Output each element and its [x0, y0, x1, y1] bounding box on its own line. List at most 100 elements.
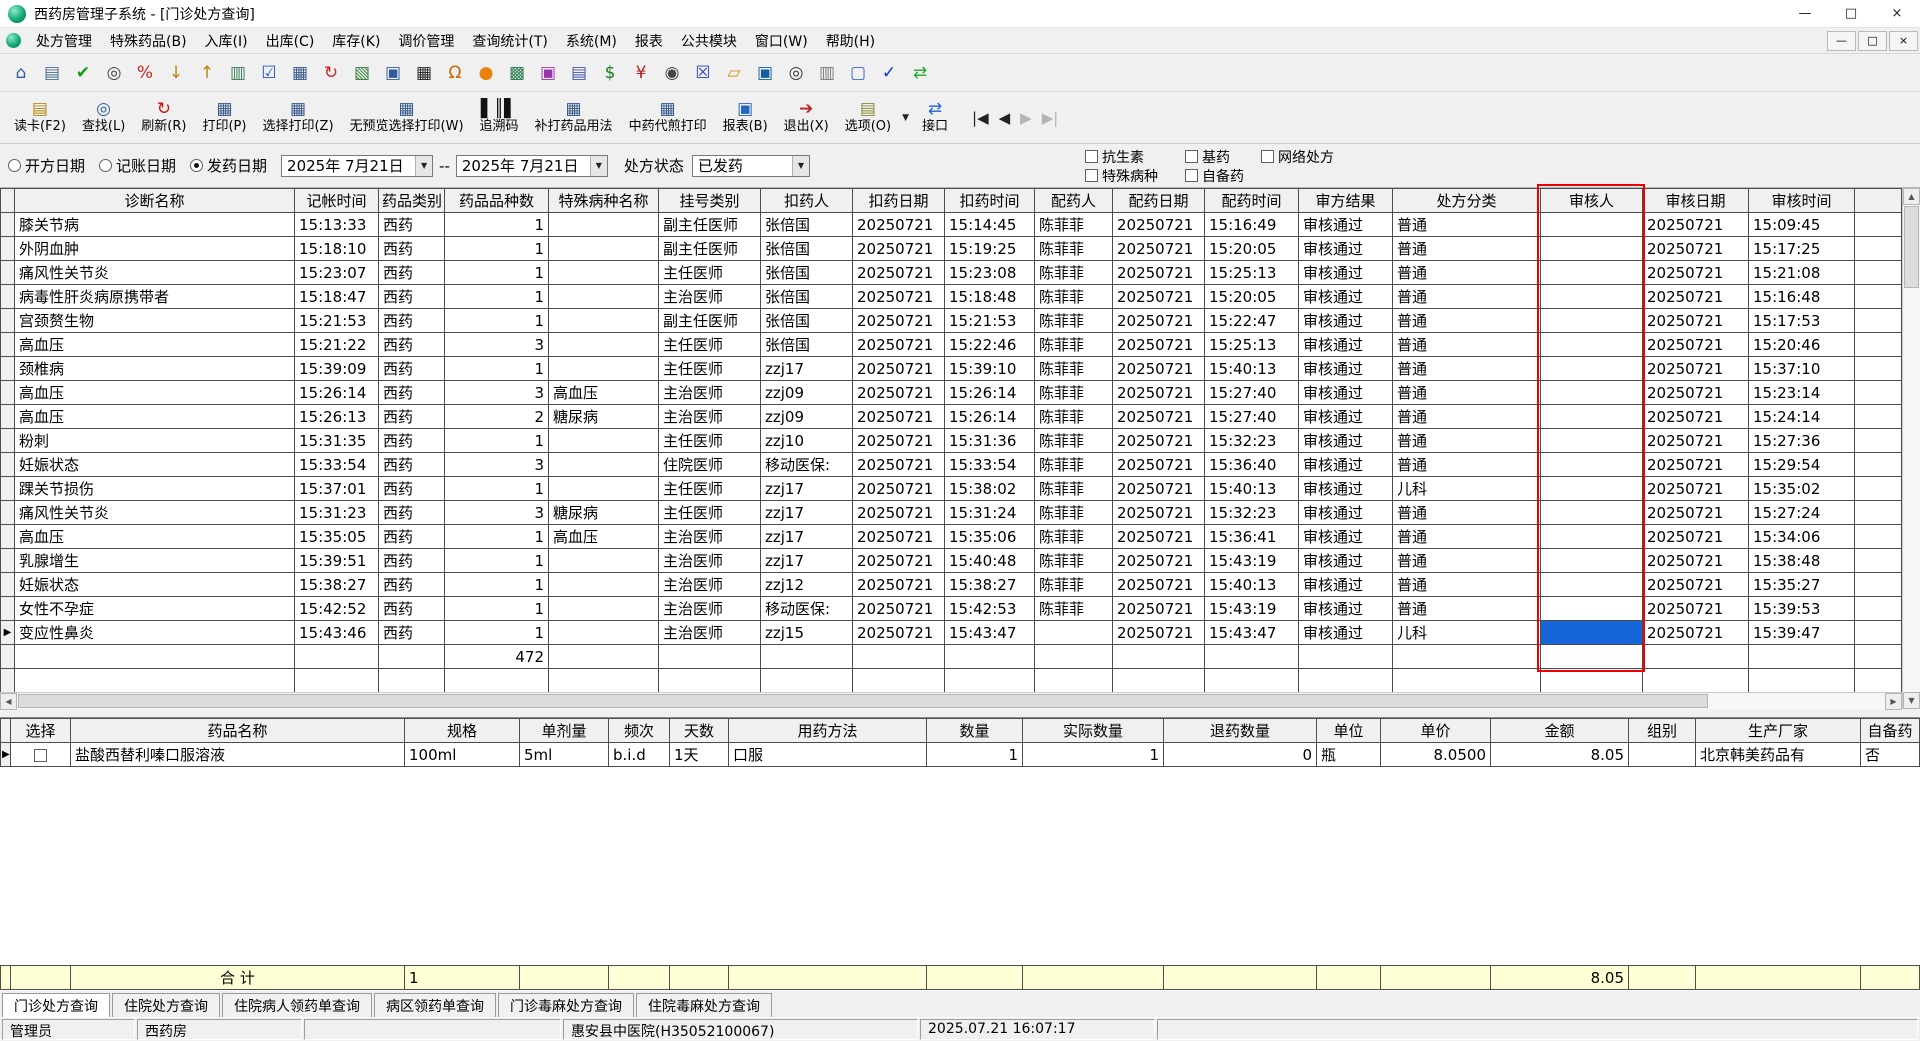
chevron-down-icon[interactable]: ▼ — [415, 155, 433, 176]
grid-cell[interactable]: zzj17 — [760, 356, 853, 381]
refresh-icon[interactable]: ↻ — [318, 60, 344, 86]
grid-cell[interactable]: 审核通过 — [1298, 212, 1393, 237]
grid-cell[interactable]: 15:34:06 — [1748, 524, 1855, 549]
grid-cell[interactable]: 20250721 — [1642, 548, 1749, 573]
horizontal-scrollbar[interactable]: ◀ ▶ — [0, 692, 1902, 710]
home-icon[interactable]: ⌂ — [8, 60, 34, 86]
grid-cell[interactable]: 副主任医师 — [658, 212, 761, 237]
grid-cell[interactable]: 15:43:19 — [1204, 548, 1299, 573]
select-print-button[interactable]: ▦ 选择打印(Z) — [254, 97, 341, 138]
menu-item[interactable]: 系统(M) — [557, 28, 626, 54]
menu-item[interactable]: 处方管理 — [27, 28, 101, 54]
table-row[interactable]: 颈椎病 15:39:09 西药 1 主任医师 zzj17 20250721 15:39:10 陈… — [0, 356, 1902, 381]
grid-cell[interactable]: 20250721 — [852, 428, 945, 453]
grid-cell[interactable]: 15:16:49 — [1204, 212, 1299, 237]
grid-cell[interactable]: 15:43:46 — [294, 620, 379, 645]
menu-item[interactable]: 特殊药品(B) — [101, 28, 196, 54]
grid-cell[interactable]: 20250721 — [852, 332, 945, 357]
zoom-icon[interactable]: ◎ — [783, 60, 809, 86]
column-header[interactable]: 药品品种数 — [444, 188, 549, 213]
search-icon[interactable]: ◉ — [659, 60, 685, 86]
column-header[interactable]: 组别 — [1628, 718, 1696, 743]
grid-cell[interactable]: 陈菲菲 — [1034, 236, 1113, 261]
grid-cell[interactable] — [378, 668, 445, 693]
grid-cell[interactable]: 1 — [444, 308, 549, 333]
row-selector[interactable] — [0, 380, 15, 405]
grid-cell[interactable]: 15:25:13 — [1204, 332, 1299, 357]
grid-cell[interactable]: 15:33:54 — [944, 452, 1035, 477]
grid-cell[interactable] — [1642, 644, 1749, 669]
column-header[interactable]: 天数 — [669, 718, 729, 743]
grid-cell[interactable] — [444, 668, 549, 693]
report-button[interactable]: ▣ 报表(B) — [715, 97, 776, 138]
grid-cell[interactable]: 20250721 — [1112, 284, 1205, 309]
grid-cell[interactable]: 15:35:27 — [1748, 572, 1855, 597]
grid-cell[interactable]: 1天 — [669, 742, 729, 767]
grid-cell[interactable]: 审核通过 — [1298, 476, 1393, 501]
grid-cell[interactable]: 20250721 — [1112, 548, 1205, 573]
grid-cell[interactable] — [852, 644, 945, 669]
grid-cell[interactable]: 陈菲菲 — [1034, 212, 1113, 237]
grid-cell[interactable]: 15:22:46 — [944, 332, 1035, 357]
date-from-picker[interactable]: 2025年 7月21日 ▼ — [281, 154, 434, 177]
grid-cell[interactable]: 普通 — [1392, 212, 1541, 237]
grid-cell[interactable]: 15:38:02 — [944, 476, 1035, 501]
minimize-button[interactable]: — — [1782, 0, 1828, 27]
column-header[interactable]: 实际数量 — [1022, 718, 1164, 743]
filter-checkbox[interactable]: 特殊病种 — [1085, 166, 1185, 185]
grid-cell[interactable]: 15:26:14 — [294, 380, 379, 405]
grid-cell[interactable]: 陈菲菲 — [1034, 596, 1113, 621]
grid-cell[interactable]: 15:38:27 — [944, 572, 1035, 597]
grid-cell[interactable]: 20250721 — [852, 500, 945, 525]
grid-cell[interactable] — [1540, 668, 1643, 693]
grid-cell[interactable]: 普通 — [1392, 500, 1541, 525]
grid-cell[interactable]: 陈菲菲 — [1034, 332, 1113, 357]
prescription-status-select[interactable]: 已发药 ▼ — [691, 154, 810, 177]
table-row[interactable]: 高血压 15:21:22 西药 3 主任医师 张倍国 20250721 15:22:46 陈菲菲… — [0, 332, 1902, 357]
grid-cell[interactable]: 20250721 — [1642, 380, 1749, 405]
prescription-table[interactable]: 诊断名称 记帐时间 药品类别 药品品种数 特殊病种名称 挂号类别 扣药人 扣药日期 扣药时间 配药… — [0, 188, 1902, 693]
grid-cell[interactable]: 陈菲菲 — [1034, 452, 1113, 477]
monitor-icon[interactable]: ▣ — [380, 60, 406, 86]
table-row[interactable]: 妊娠状态 15:33:54 西药 3 住院医师 移动医保: 20250721 15:33:54… — [0, 452, 1902, 477]
grid-cell[interactable]: 副主任医师 — [658, 236, 761, 261]
grid-cell[interactable]: 15:22:47 — [1204, 308, 1299, 333]
grid-cell[interactable]: 陈菲菲 — [1034, 308, 1113, 333]
grid-cell[interactable]: 15:16:48 — [1748, 284, 1855, 309]
row-selector[interactable] — [0, 212, 15, 237]
menu-item[interactable]: 查询统计(T) — [463, 28, 556, 54]
grid-cell[interactable] — [658, 644, 761, 669]
grid-cell[interactable]: 15:24:14 — [1748, 404, 1855, 429]
grid-cell[interactable]: 15:23:08 — [944, 260, 1035, 285]
grid-cell[interactable]: 审核通过 — [1298, 356, 1393, 381]
grid-cell[interactable]: 15:35:05 — [294, 524, 379, 549]
grid-cell[interactable]: 15:40:13 — [1204, 476, 1299, 501]
grid-cell[interactable]: 15:39:47 — [1748, 620, 1855, 645]
row-selector[interactable]: ▶ — [0, 620, 15, 645]
mdi-close-button[interactable]: × — [1889, 30, 1918, 51]
column-header[interactable]: 药品类别 — [378, 188, 445, 213]
grid-cell[interactable]: 20250721 — [1642, 572, 1749, 597]
grid-cell[interactable]: 20250721 — [1642, 428, 1749, 453]
date-to-picker[interactable]: 2025年 7月21日 ▼ — [455, 154, 608, 177]
invoice-icon[interactable]: ▥ — [225, 60, 251, 86]
grid-cell[interactable]: 儿科 — [1392, 620, 1541, 645]
grid-cell[interactable]: 西药 — [378, 212, 445, 237]
grid-cell[interactable]: 张倍国 — [760, 284, 853, 309]
exit-button[interactable]: ➔ 退出(X) — [776, 97, 837, 138]
grid-cell[interactable]: 20250721 — [1112, 260, 1205, 285]
grid-cell[interactable]: 张倍国 — [760, 260, 853, 285]
grid-cell[interactable]: 陈菲菲 — [1034, 260, 1113, 285]
grid-cell[interactable]: 移动医保: — [760, 452, 853, 477]
bottom-tab[interactable]: 门诊毒麻处方查询 — [498, 993, 634, 1019]
nav-next-button[interactable]: ▶ — [1020, 109, 1032, 127]
grid-cell[interactable]: 主任医师 — [658, 332, 761, 357]
grid-cell[interactable]: 陈菲菲 — [1034, 428, 1113, 453]
table-row[interactable]: ▶ 盐酸西替利嗪口服溶液 100ml 5ml b.i.d 1天 口服 1 1 0 瓶 8.0500 8.… — [0, 742, 1920, 767]
grid-cell[interactable] — [1642, 668, 1749, 693]
grid-cell[interactable]: 西药 — [378, 380, 445, 405]
print2-icon[interactable]: ▤ — [566, 60, 592, 86]
grid-cell[interactable] — [1034, 644, 1113, 669]
grid-cell[interactable]: 20250721 — [1642, 452, 1749, 477]
grid-cell[interactable] — [1748, 644, 1855, 669]
